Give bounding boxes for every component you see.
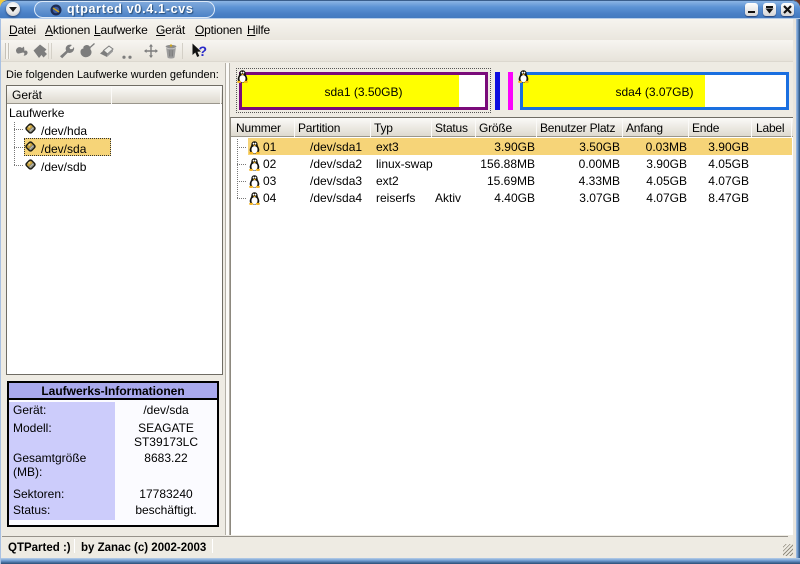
- svg-text:?: ?: [199, 43, 208, 59]
